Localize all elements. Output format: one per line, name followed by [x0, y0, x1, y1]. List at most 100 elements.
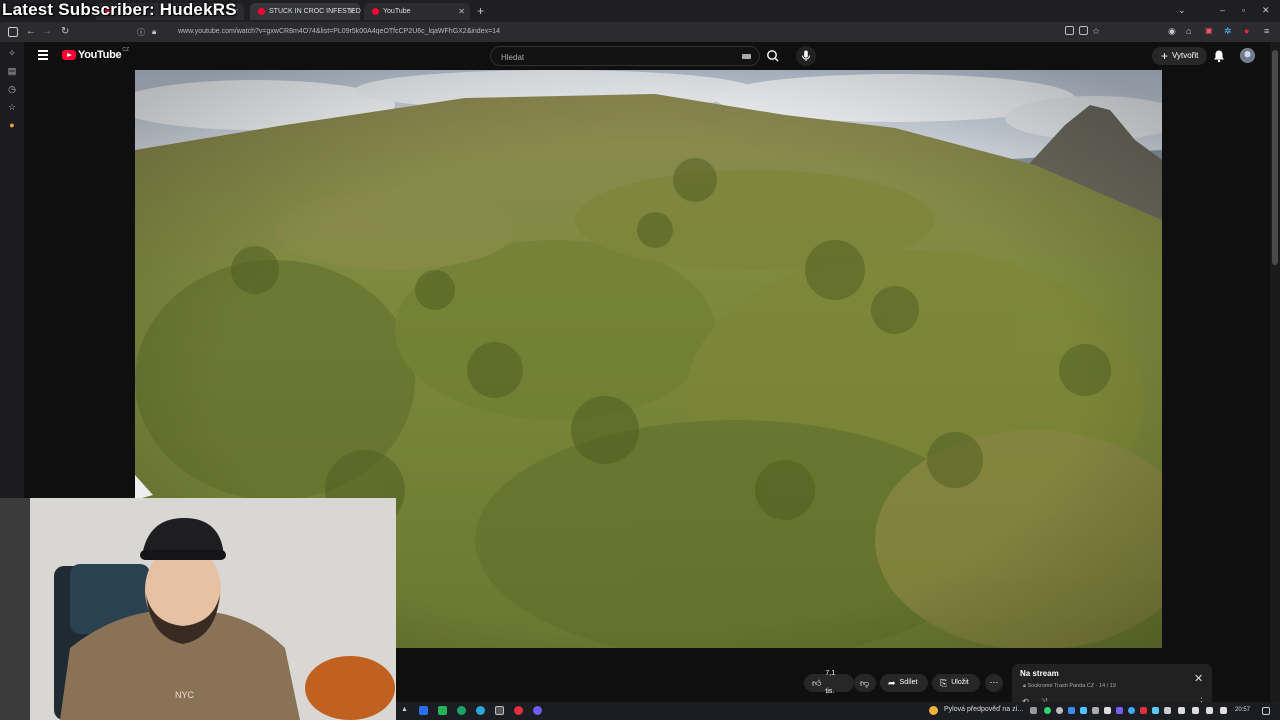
playlist-title: Na stream: [1020, 669, 1059, 678]
weather-text[interactable]: Pylová předpověď na zí...: [944, 706, 1023, 713]
url-field[interactable]: www.youtube.com/watch?v=gxwCR8m4O74&list…: [178, 25, 1108, 39]
network-icon[interactable]: [1178, 707, 1185, 714]
tray-icon[interactable]: [1080, 707, 1087, 714]
tray-icon[interactable]: [1164, 707, 1171, 714]
tab-close-icon[interactable]: ✕: [458, 7, 465, 16]
tab-favicon: [258, 8, 265, 15]
taskbar-app-icon[interactable]: [438, 706, 447, 715]
tab-list-icon[interactable]: ⌄: [1178, 5, 1186, 16]
search-button[interactable]: [762, 46, 784, 66]
tab-label: STUCK IN CROC INFESTED: [269, 8, 361, 15]
weather-icon[interactable]: [929, 706, 938, 715]
tab-youtube[interactable]: YouTube ✕: [364, 3, 470, 20]
tray-icon[interactable]: [1068, 707, 1075, 714]
create-button[interactable]: + Vytvořit: [1152, 47, 1208, 65]
taskbar-app-icon[interactable]: [457, 706, 466, 715]
share-icon: ➦: [888, 678, 896, 688]
minimize-icon[interactable]: –: [1220, 5, 1225, 15]
extension-icon[interactable]: ✲: [1224, 26, 1232, 37]
tray-icon[interactable]: [1152, 707, 1159, 714]
os-taskbar: ▲ Pylová předpověď na zí... 20:57: [396, 702, 1280, 720]
account-avatar[interactable]: [1240, 48, 1255, 63]
clock[interactable]: 20:57: [1235, 707, 1250, 713]
notifications-icon[interactable]: [1262, 707, 1270, 715]
history-icon[interactable]: ◷: [7, 84, 17, 94]
playlist-meta: 🔒︎ Soukromé Trash Panda CZ · 14 / 19: [1023, 683, 1116, 689]
like-button[interactable]: 👍︎ 7,1 tis.: [804, 670, 854, 695]
forward-icon[interactable]: →: [42, 26, 52, 37]
playlist-privacy: Soukromé: [1027, 683, 1053, 689]
extension-icon[interactable]: ⌂: [1186, 26, 1191, 36]
tab-favicon: [372, 8, 379, 15]
site-info-icon[interactable]: ⓘ: [137, 27, 145, 38]
ai-assistant-icon[interactable]: ✧: [7, 48, 17, 58]
new-tab-button[interactable]: +: [477, 4, 484, 18]
share-button[interactable]: ➦ Sdílet: [880, 674, 928, 692]
tray-icon[interactable]: [1116, 707, 1123, 714]
reload-icon[interactable]: ↻: [61, 26, 69, 37]
scrollbar-thumb[interactable]: [1272, 50, 1278, 265]
tray-icon[interactable]: [1030, 707, 1037, 714]
close-window-icon[interactable]: ✕: [1262, 5, 1270, 16]
lock-icon: 🔒︎: [152, 27, 157, 36]
extension-icon[interactable]: ▣: [1205, 26, 1213, 35]
pip-icon[interactable]: [1065, 26, 1074, 35]
taskbar-app-icon[interactable]: [514, 706, 523, 715]
tray-icon[interactable]: [1140, 707, 1147, 714]
streamer-webcam: NYC: [0, 498, 396, 720]
search-icon: [767, 50, 779, 62]
tray-icon[interactable]: [1044, 707, 1051, 714]
thumbs-down-icon: 👎︎: [860, 678, 870, 688]
tray-icon[interactable]: [1220, 707, 1227, 714]
microphone-icon: [802, 50, 810, 61]
taskbar-app-icon[interactable]: [495, 706, 504, 715]
bookmark-star-icon[interactable]: ☆: [1092, 26, 1100, 37]
hoodie-print-text: NYC: [175, 690, 195, 700]
tray-icon[interactable]: [1092, 707, 1099, 714]
favorites-icon[interactable]: ☆: [7, 102, 17, 112]
extension-icon[interactable]: ●: [7, 120, 17, 130]
volume-icon[interactable]: [1192, 707, 1199, 714]
extension-icon[interactable]: ◉: [1168, 26, 1176, 37]
taskbar-app-icon[interactable]: [533, 706, 542, 715]
sidebar-toggle-icon[interactable]: [8, 27, 18, 37]
thumbs-up-icon: 👍︎: [812, 678, 822, 688]
search-input[interactable]: [499, 52, 733, 63]
maximize-icon[interactable]: ▫: [1242, 5, 1245, 15]
search-box: [490, 46, 760, 66]
menu-icon[interactable]: ≡: [1264, 26, 1269, 36]
screenshot-icon[interactable]: [1079, 26, 1088, 35]
taskbar-app-icon[interactable]: [419, 706, 428, 715]
back-icon[interactable]: ←: [26, 26, 36, 37]
browser-nav-bar: ← → ↻ ⓘ 🔒︎ www.youtube.com/watch?v=gxwCR…: [0, 22, 1280, 42]
like-count: 7,1 tis.: [825, 670, 836, 695]
country-code: CZ: [122, 47, 129, 53]
create-label: Vytvořit: [1172, 51, 1199, 60]
more-actions-button[interactable]: ⋯: [985, 674, 1003, 692]
youtube-logo[interactable]: YouTube CZ: [62, 47, 129, 61]
playlist-channel: Trash Panda CZ: [1053, 683, 1095, 689]
close-icon[interactable]: ✕: [1194, 672, 1203, 685]
latest-subscriber-overlay: Latest Subscriber: HudekRS: [2, 0, 237, 19]
dislike-button[interactable]: 👎︎: [854, 674, 876, 692]
save-button[interactable]: ⎘ Uložit: [932, 674, 980, 692]
tab-label: YouTube: [383, 8, 411, 15]
extension-icon[interactable]: ●: [1244, 26, 1249, 36]
battery-icon[interactable]: [1206, 707, 1213, 714]
tray-icon[interactable]: [1128, 707, 1135, 714]
tab-stuck-in-croc[interactable]: STUCK IN CROC INFESTED ✕: [250, 3, 361, 20]
tray-icon[interactable]: [1056, 707, 1063, 714]
start-icon[interactable]: ▲: [401, 706, 410, 715]
tab-close-icon[interactable]: ✕: [348, 7, 355, 16]
page-scrollbar[interactable]: [1270, 42, 1280, 702]
menu-hamburger-icon[interactable]: [38, 50, 48, 60]
webcam-feed: NYC: [0, 498, 396, 720]
notifications-button[interactable]: [1212, 49, 1226, 68]
lock-icon: 🔒︎: [1023, 683, 1026, 689]
tray-icon[interactable]: [1104, 707, 1111, 714]
bell-icon: [1214, 50, 1224, 63]
taskbar-app-icon[interactable]: [476, 706, 485, 715]
reading-list-icon[interactable]: ▤: [7, 66, 17, 76]
voice-search-button[interactable]: [796, 46, 816, 66]
keyboard-icon[interactable]: [742, 54, 751, 59]
